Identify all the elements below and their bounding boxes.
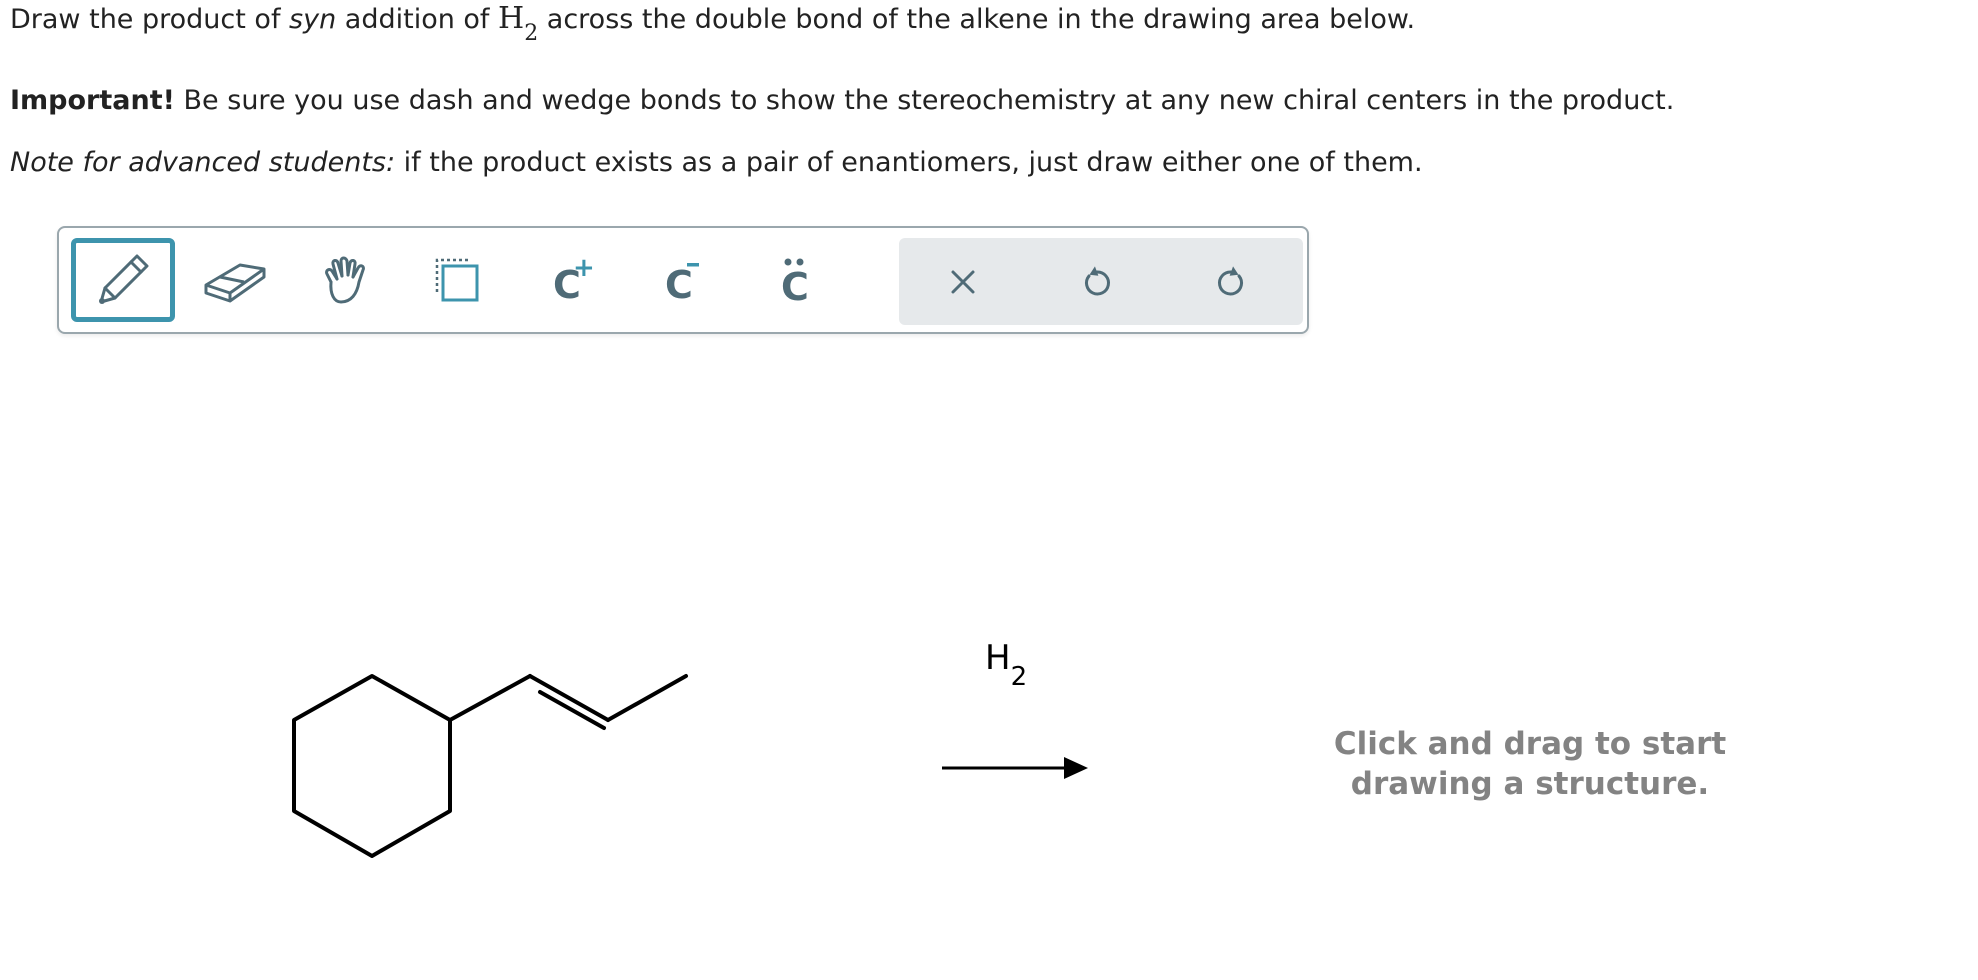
cyclohexane-ring xyxy=(292,674,452,858)
canvas-hint: Click and drag to start drawing a struct… xyxy=(1300,724,1760,804)
double-bond xyxy=(528,674,610,722)
hint-line-2: drawing a structure. xyxy=(1350,766,1710,802)
reaction-reagent: H2 xyxy=(985,638,1028,692)
terminal-bond xyxy=(606,674,688,722)
alkyl-bond xyxy=(448,674,532,722)
hint-line-1: Click and drag to start xyxy=(1333,726,1727,762)
arrow-head xyxy=(1064,757,1088,779)
reactant-structure xyxy=(292,674,1088,858)
